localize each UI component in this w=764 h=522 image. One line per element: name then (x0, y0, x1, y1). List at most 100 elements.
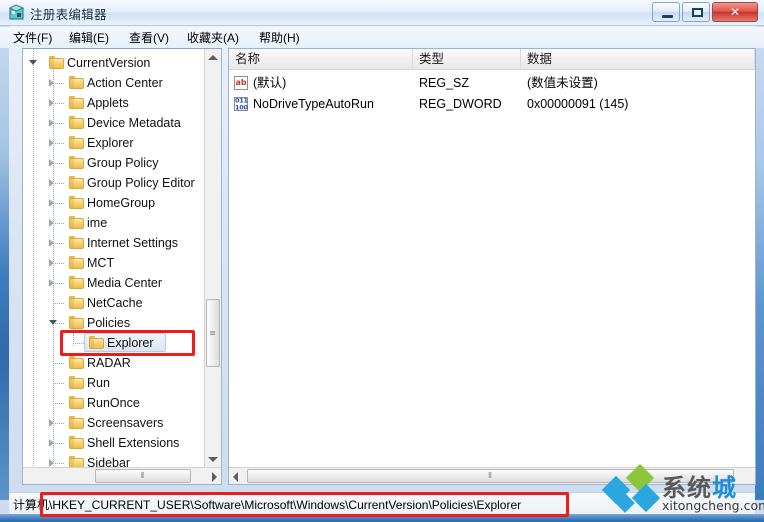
column-header-0[interactable]: 名称 (229, 49, 413, 69)
tree-item-explorer[interactable]: Explorer (23, 333, 205, 353)
tree-item-homegroup[interactable]: HomeGroup (23, 193, 205, 213)
folder-icon (69, 356, 84, 369)
tree-item-label: Sidebar (87, 456, 131, 468)
scroll-grip-icon: ⦀ (488, 471, 493, 480)
tree-item-explorer[interactable]: Explorer (23, 133, 205, 153)
chevron-right-icon[interactable] (49, 119, 54, 127)
tree-guide-connector (53, 443, 65, 444)
chevron-right-icon[interactable] (49, 79, 54, 87)
cell-data: (数值未设置) (527, 76, 598, 90)
tree-guide-connector (53, 303, 65, 304)
tree-item-media-center[interactable]: Media Center (23, 273, 205, 293)
folder-icon (69, 276, 84, 289)
tree-item-mct[interactable]: MCT (23, 253, 205, 273)
chevron-right-icon[interactable] (49, 439, 54, 447)
folder-icon (69, 236, 84, 249)
tree-item-sidebar[interactable]: Sidebar (23, 453, 205, 468)
tree-item-label: Action Center (87, 76, 163, 90)
tree-scroll-up-arrow[interactable] (208, 55, 218, 60)
window-frame-right (755, 22, 764, 500)
tree-item-netcache[interactable]: NetCache (23, 293, 205, 313)
tree-guide-connector (53, 363, 65, 364)
tree-scroll-down-arrow[interactable] (208, 457, 218, 462)
window-frame-left (0, 22, 9, 500)
tree-item-label: Run (87, 376, 110, 390)
tree-scroll-viewport: CurrentVersion Action Center Applets Device… (23, 49, 205, 468)
column-header-1[interactable]: 类型 (413, 49, 521, 69)
chevron-right-icon[interactable] (49, 99, 54, 107)
tree-item-group-policy[interactable]: Group Policy (23, 153, 205, 173)
tree-scroll-right-arrow[interactable] (212, 472, 217, 482)
chevron-right-icon[interactable] (49, 159, 54, 167)
tree-horizontal-scroll-thumb[interactable]: ⦀ (95, 469, 191, 483)
tree-guide-connector (53, 203, 65, 204)
tree-item-shell-extensions[interactable]: Shell Extensions (23, 433, 205, 453)
close-icon: ✕ (729, 5, 741, 19)
tree-guide-connector (53, 183, 65, 184)
tree-item-label: Screensavers (87, 416, 164, 430)
folder-icon (49, 56, 64, 69)
close-button[interactable]: ✕ (712, 2, 758, 22)
tree-item-label: Policies (87, 316, 131, 330)
chevron-down-icon[interactable] (29, 60, 37, 65)
chevron-right-icon[interactable] (49, 179, 54, 187)
registry-editor-window: 注册表编辑器 ✕ 文件(F) 编辑(E) 查看(V) 收藏夹(A) 帮助(H) Curr… (0, 0, 764, 522)
title-bar[interactable]: 注册表编辑器 ✕ (0, 0, 764, 26)
tree-item-currentversion[interactable]: CurrentVersion (23, 53, 205, 73)
tree-vertical-scroll-thumb[interactable]: ≡ (206, 299, 220, 367)
dword-value-icon: 011 100 (234, 97, 248, 111)
tree-item-label: HomeGroup (87, 196, 156, 210)
folder-icon (69, 316, 84, 329)
chevron-down-icon[interactable] (49, 320, 57, 325)
folder-icon (69, 96, 84, 109)
chevron-right-icon[interactable] (49, 199, 54, 207)
menu-item-4[interactable]: 帮助(H) (254, 29, 305, 46)
tree-guide-connector (53, 223, 65, 224)
tree-item-run[interactable]: Run (23, 373, 205, 393)
chevron-right-icon[interactable] (49, 259, 54, 267)
tree-item-label: Media Center (87, 276, 163, 290)
minimize-button[interactable] (652, 2, 680, 22)
chevron-right-icon[interactable] (49, 419, 54, 427)
column-header-2[interactable]: 数据 (521, 49, 755, 69)
tree-item-action-center[interactable]: Action Center (23, 73, 205, 93)
menu-item-0[interactable]: 文件(F) (8, 29, 57, 46)
tree-vertical-scrollbar[interactable]: ≡ (204, 49, 221, 468)
maximize-button[interactable] (682, 2, 710, 22)
tree-item-internet-settings[interactable]: Internet Settings (23, 233, 205, 253)
registry-values-pane[interactable]: 名称 类型 数据 ab (默认) REG_SZ (数值未设置) 011 100 NoDrive… (228, 48, 756, 485)
tree-item-screensavers[interactable]: Screensavers (23, 413, 205, 433)
value-row[interactable]: 011 100 NoDriveTypeAutoRun REG_DWORD 0x0000… (229, 94, 755, 114)
tree-item-runonce[interactable]: RunOnce (23, 393, 205, 413)
tree-guide-connector (53, 163, 65, 164)
tree-item-ime[interactable]: ime (23, 213, 205, 233)
tree-item-label: RunOnce (87, 396, 140, 410)
tree-item-label: Group Policy Editor (87, 176, 195, 190)
tree-item-applets[interactable]: Applets (23, 93, 205, 113)
chevron-right-icon[interactable] (49, 459, 54, 467)
chevron-right-icon[interactable] (49, 219, 54, 227)
menu-item-3[interactable]: 收藏夹(A) (182, 29, 244, 46)
tree-guide-connector (53, 243, 65, 244)
tree-item-radar[interactable]: RADAR (23, 353, 205, 373)
chevron-right-icon[interactable] (49, 239, 54, 247)
tree-horizontal-scrollbar[interactable]: ⦀ (23, 467, 221, 484)
registry-tree-pane[interactable]: CurrentVersion Action Center Applets Device… (22, 48, 222, 485)
tree-item-policies[interactable]: Policies (23, 313, 205, 333)
list-scroll-left-arrow[interactable] (233, 472, 238, 482)
chevron-right-icon[interactable] (49, 139, 54, 147)
folder-icon (89, 336, 104, 349)
chevron-right-icon[interactable] (49, 279, 54, 287)
tree-item-group-policy-editor[interactable]: Group Policy Editor (23, 173, 205, 193)
menu-item-2[interactable]: 查看(V) (124, 29, 174, 46)
value-row[interactable]: ab (默认) REG_SZ (数值未设置) (229, 73, 755, 93)
scroll-grip-icon: ≡ (209, 328, 217, 338)
tree-guide-connector (53, 383, 65, 384)
tree-item-label: CurrentVersion (67, 56, 151, 70)
folder-icon (69, 256, 84, 269)
menu-item-1[interactable]: 编辑(E) (64, 29, 114, 46)
folder-icon (69, 416, 84, 429)
tree-item-device-metadata[interactable]: Device Metadata (23, 113, 205, 133)
list-column-header: 名称 类型 数据 (229, 49, 755, 70)
tree-guide-connector (53, 103, 65, 104)
